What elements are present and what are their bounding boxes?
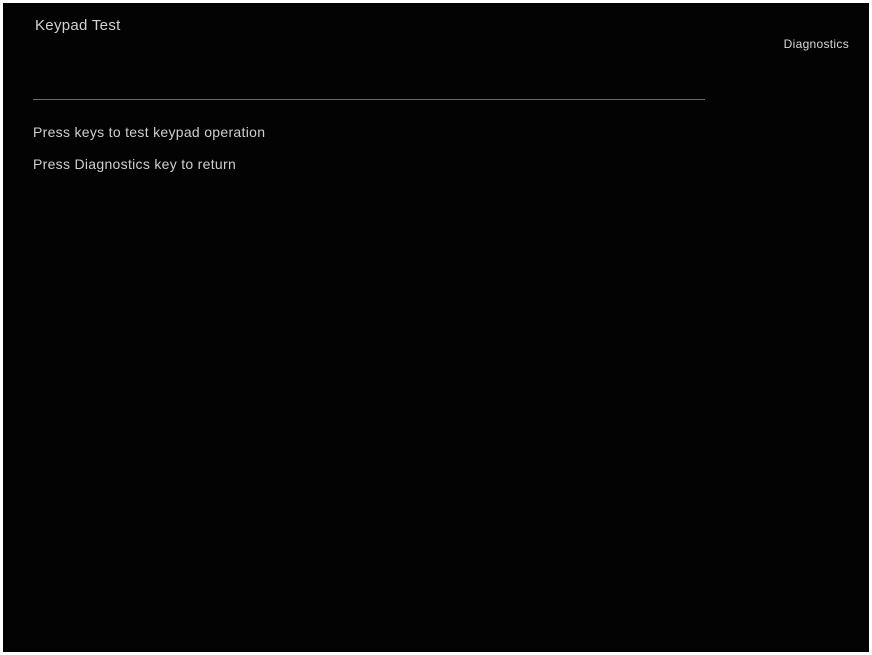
instruction-line: Press Diagnostics key to return xyxy=(33,156,237,172)
instruction-line: Press keys to test keypad operation xyxy=(33,124,266,140)
header-divider xyxy=(33,99,705,100)
diagnostics-softkey[interactable]: Diagnostics xyxy=(784,37,849,51)
page-title: Keypad Test xyxy=(35,17,121,34)
diagnostic-screen: Keypad Test Diagnostics Press keys to te… xyxy=(3,3,869,652)
